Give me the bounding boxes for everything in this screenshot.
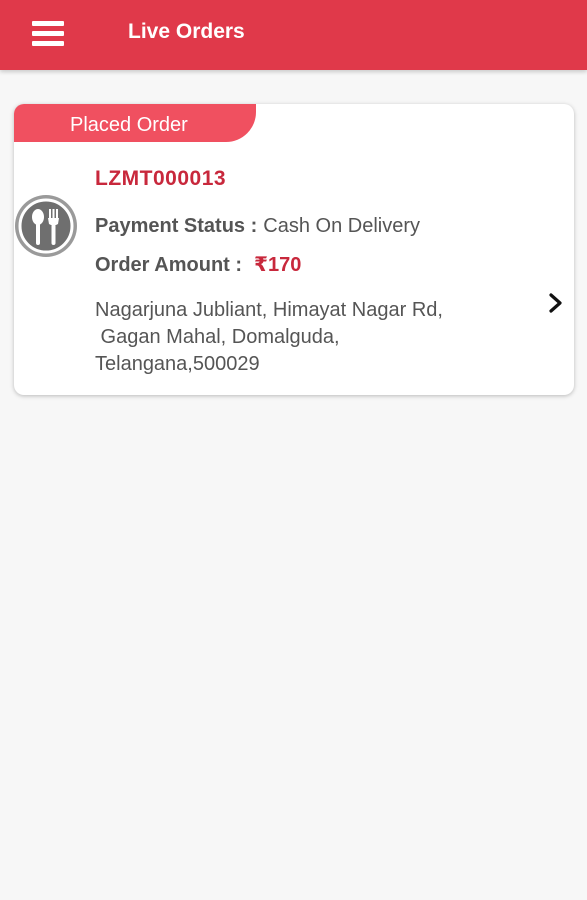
- address-line-2: Gagan Mahal, Domalguda,: [95, 326, 340, 348]
- hamburger-menu-icon[interactable]: [29, 19, 65, 49]
- chevron-right-icon[interactable]: [548, 292, 564, 314]
- address-line-1: Nagarjuna Jubliant, Himayat Nagar Rd,: [95, 299, 443, 321]
- order-status-label: Placed Order: [70, 114, 188, 136]
- order-card[interactable]: Placed Order LZMT000013 Payment Status :…: [14, 104, 574, 395]
- order-amount-value: ₹170: [254, 254, 302, 276]
- payment-status-label: Payment Status :: [95, 215, 258, 237]
- app-bar: Live Orders: [0, 0, 587, 70]
- payment-status-row: Payment Status : Cash On Delivery: [95, 213, 420, 239]
- payment-status-value: Cash On Delivery: [263, 215, 420, 237]
- order-amount-label: Order Amount :: [95, 254, 243, 276]
- spoon-fork-icon: [15, 195, 77, 257]
- address-line-3: Telangana,500029: [95, 353, 260, 375]
- status-badge: Placed Order: [14, 104, 256, 142]
- order-amount-row: Order Amount : ₹170: [95, 252, 301, 278]
- delivery-address: Nagarjuna Jubliant, Himayat Nagar Rd, Ga…: [95, 297, 515, 378]
- order-id: LZMT000013: [95, 167, 227, 190]
- page-title: Live Orders: [128, 20, 245, 43]
